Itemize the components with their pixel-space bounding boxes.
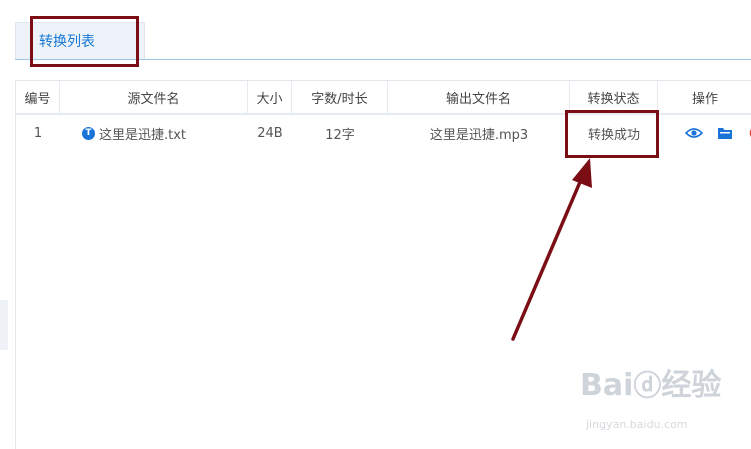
annotation-box-status <box>565 110 659 158</box>
header-output-file: 输出文件名 <box>388 81 570 113</box>
row-index: 1 <box>33 125 43 141</box>
header-length: 字数/时长 <box>292 81 388 113</box>
baidu-watermark-url: jingyan.baidu.com <box>586 418 688 431</box>
header-source-file: 源文件名 <box>60 81 248 113</box>
source-file-name: 这里是迅捷.txt <box>99 127 187 143</box>
row-source-file: T 这里是迅捷.txt <box>60 115 270 151</box>
row-size: 24B <box>257 125 283 141</box>
header-status: 转换状态 <box>570 81 658 113</box>
header-actions: 操作 <box>691 91 718 107</box>
row-actions <box>658 115 751 151</box>
annotation-box-tab <box>30 16 139 67</box>
header-size: 大小 <box>248 81 292 113</box>
row-length: 12字 <box>325 127 355 143</box>
row-output-file: 这里是迅捷.mp3 <box>429 127 529 143</box>
eye-icon[interactable] <box>685 123 703 143</box>
left-scroll-strip <box>0 300 8 350</box>
text-file-icon: T <box>82 126 95 140</box>
baidu-watermark-logo: Baiⓓ经验 <box>580 368 722 403</box>
delete-icon[interactable] <box>747 123 751 143</box>
folder-icon[interactable] <box>717 123 733 143</box>
header-index: 编号 <box>16 81 60 113</box>
